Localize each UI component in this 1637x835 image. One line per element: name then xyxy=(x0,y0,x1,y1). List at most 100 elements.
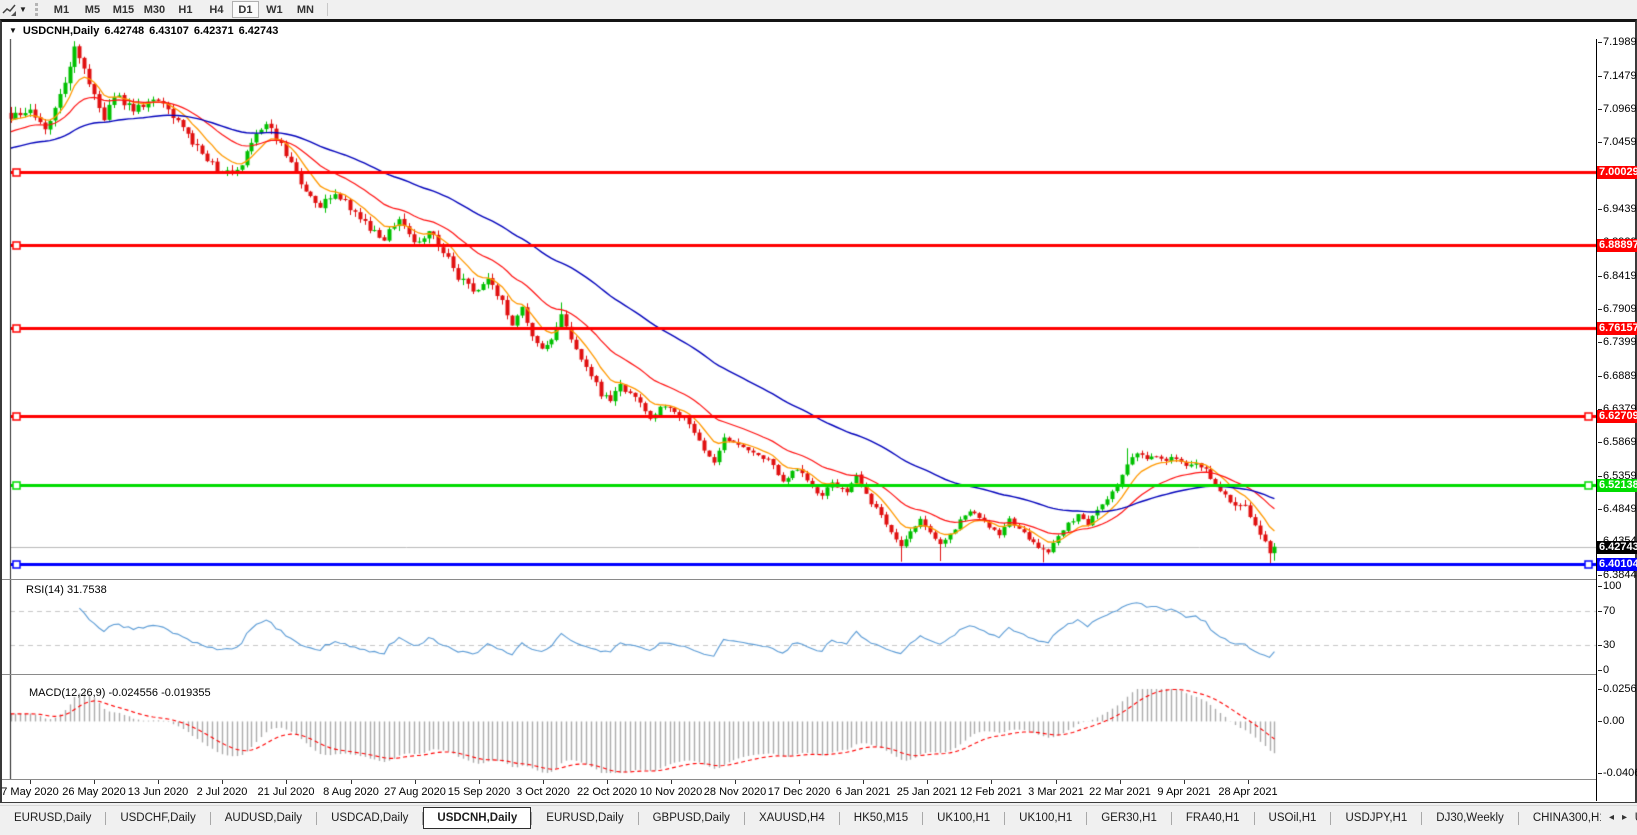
axis-tick-mark xyxy=(1598,476,1602,477)
tab-scroll-arrows: ◂ ▸ xyxy=(1601,806,1635,828)
chart-tab-usdcnh-daily[interactable]: USDCNH,Daily xyxy=(423,807,531,829)
chart-tab-eurusd-daily[interactable]: EURUSD,Daily xyxy=(0,807,105,829)
axis-tick-mark xyxy=(1598,376,1602,377)
axis-tick-mark xyxy=(1598,721,1602,722)
chart-tab-xauusd-h4[interactable]: XAUUSD,H4 xyxy=(745,807,839,829)
date-axis-label: 22 Oct 2020 xyxy=(577,786,637,798)
rsi-axis-tick: 70 xyxy=(1598,605,1615,617)
price-axis-tick: 7.19890 xyxy=(1598,36,1637,48)
date-axis-label: 3 Oct 2020 xyxy=(516,786,570,798)
axis-tick-mark xyxy=(1598,76,1602,77)
date-tick-mark xyxy=(158,780,159,784)
chart-tab-dj30-weekly[interactable]: DJ30,Weekly xyxy=(1422,807,1518,829)
hline-price-badge[interactable]: 6.40104 xyxy=(1597,558,1637,571)
chart-tab-audusd-daily[interactable]: AUDUSD,Daily xyxy=(211,807,316,829)
price-axis-tick: 6.48490 xyxy=(1598,503,1637,515)
timeframe-button-m1[interactable]: M1 xyxy=(46,1,77,18)
status-strip xyxy=(0,829,1637,835)
axis-tick-mark xyxy=(1598,575,1602,576)
date-axis-label: 28 Nov 2020 xyxy=(704,786,766,798)
date-axis-label: 12 Feb 2021 xyxy=(960,786,1022,798)
date-tick-mark xyxy=(991,780,992,784)
date-axis-label: 25 Jan 2021 xyxy=(897,786,958,798)
chart-symbol-period: USDCNH,Daily xyxy=(23,25,99,37)
chart-cursor-icon[interactable] xyxy=(0,2,18,18)
tab-scroll-right-icon[interactable]: ▸ xyxy=(1622,812,1627,823)
date-axis-label: 27 Aug 2020 xyxy=(384,786,446,798)
date-tick-mark xyxy=(735,780,736,784)
rsi-indicator-canvas[interactable] xyxy=(2,580,1596,674)
collapse-indicator-icon[interactable]: ▼ xyxy=(9,26,17,35)
timeframe-button-h4[interactable]: H4 xyxy=(201,1,232,18)
date-axis-label: 28 Apr 2021 xyxy=(1218,786,1277,798)
date-tick-mark xyxy=(479,780,480,784)
date-axis-label: 10 Nov 2020 xyxy=(640,786,702,798)
macd-axis-tick: 0.00 xyxy=(1598,715,1624,727)
chart-tab-eurusd-daily[interactable]: EURUSD,Daily xyxy=(532,807,637,829)
date-tick-mark xyxy=(351,780,352,784)
date-tick-mark xyxy=(415,780,416,784)
hline-price-badge[interactable]: 6.76157 xyxy=(1597,322,1637,335)
date-axis-label: 8 Aug 2020 xyxy=(323,786,379,798)
axis-tick-mark xyxy=(1598,342,1602,343)
chart-tab-uk100-h1[interactable]: UK100,H1 xyxy=(1005,807,1086,829)
rsi-label: RSI(14) 31.7538 xyxy=(26,584,107,596)
panel-separator[interactable] xyxy=(2,579,1635,580)
tool-dropdown-arrow-icon[interactable]: ▼ xyxy=(19,5,27,14)
timeframe-button-w1[interactable]: W1 xyxy=(259,1,290,18)
date-tick-mark xyxy=(222,780,223,784)
date-tick-mark xyxy=(863,780,864,784)
rsi-axis-tick: 100 xyxy=(1598,580,1621,592)
macd-indicator-canvas[interactable] xyxy=(2,675,1596,779)
chart-tab-fra40-h1[interactable]: FRA40,H1 xyxy=(1172,807,1254,829)
date-tick-mark xyxy=(1120,780,1121,784)
price-axis-tick: 7.04590 xyxy=(1598,136,1637,148)
chart-tab-usdcad-daily[interactable]: USDCAD,Daily xyxy=(317,807,422,829)
date-tick-mark xyxy=(286,780,287,784)
price-axis-tick: 6.94390 xyxy=(1598,203,1637,215)
axis-tick-mark xyxy=(1598,209,1602,210)
toolbar-separator xyxy=(327,3,328,16)
price-axis-tick: 6.84190 xyxy=(1598,270,1637,282)
hline-price-badge[interactable]: 6.52138 xyxy=(1597,479,1637,492)
date-tick-mark xyxy=(607,780,608,784)
tab-scroll-left-icon[interactable]: ◂ xyxy=(1609,812,1614,823)
chart-tab-hk50-m15[interactable]: HK50,M15 xyxy=(840,807,922,829)
timeframe-button-m5[interactable]: M5 xyxy=(77,1,108,18)
rsi-axis-tick: 0 xyxy=(1598,664,1609,676)
date-axis-label: 15 Sep 2020 xyxy=(448,786,510,798)
panel-separator[interactable] xyxy=(2,674,1635,675)
axis-tick-mark xyxy=(1598,276,1602,277)
chart-window: ▼ USDCNH,Daily 6.42748 6.43107 6.42371 6… xyxy=(0,19,1637,803)
axis-tick-mark xyxy=(1598,42,1602,43)
chart-tab-gbpusd-daily[interactable]: GBPUSD,Daily xyxy=(639,807,744,829)
chart-tab-usdjpy-h1[interactable]: USDJPY,H1 xyxy=(1331,807,1421,829)
price-axis-tick: 7.14790 xyxy=(1598,70,1637,82)
chart-title-bar: ▼ USDCNH,Daily 6.42748 6.43107 6.42371 6… xyxy=(2,22,1635,39)
date-axis-label: 6 Jan 2021 xyxy=(836,786,890,798)
hline-price-badge[interactable]: 6.88897 xyxy=(1597,239,1637,252)
hline-price-badge[interactable]: 7.00029 xyxy=(1597,166,1637,179)
date-axis-label: 9 Apr 2021 xyxy=(1157,786,1210,798)
main-chart-canvas[interactable] xyxy=(2,39,1596,579)
timeframe-button-h1[interactable]: H1 xyxy=(170,1,201,18)
chart-tab-ger30-h1[interactable]: GER30,H1 xyxy=(1087,807,1171,829)
chart-tab-uk100-h1[interactable]: UK100,H1 xyxy=(923,807,1004,829)
date-axis-label: 7 May 2020 xyxy=(1,786,58,798)
timeframe-button-m15[interactable]: M15 xyxy=(108,1,139,18)
date-tick-mark xyxy=(1056,780,1057,784)
axis-tick-mark xyxy=(1598,670,1602,671)
chart-tab-usoil-h1[interactable]: USOil,H1 xyxy=(1255,807,1331,829)
timeframe-button-mn[interactable]: MN xyxy=(290,1,321,18)
price-axis-tick: 6.58690 xyxy=(1598,436,1637,448)
timeframe-button-m30[interactable]: M30 xyxy=(139,1,170,18)
axis-tick-mark xyxy=(1598,309,1602,310)
date-axis-label: 21 Jul 2020 xyxy=(258,786,315,798)
date-axis-label: 22 Mar 2021 xyxy=(1089,786,1151,798)
hline-price-badge[interactable]: 6.62709 xyxy=(1597,410,1637,423)
macd-label: MACD(12,26,9) -0.024556 -0.019355 xyxy=(29,687,211,699)
timeframe-button-d1[interactable]: D1 xyxy=(232,1,259,18)
date-tick-mark xyxy=(799,780,800,784)
ohlc-high: 6.43107 xyxy=(149,25,189,37)
chart-tab-usdchf-daily[interactable]: USDCHF,Daily xyxy=(106,807,209,829)
